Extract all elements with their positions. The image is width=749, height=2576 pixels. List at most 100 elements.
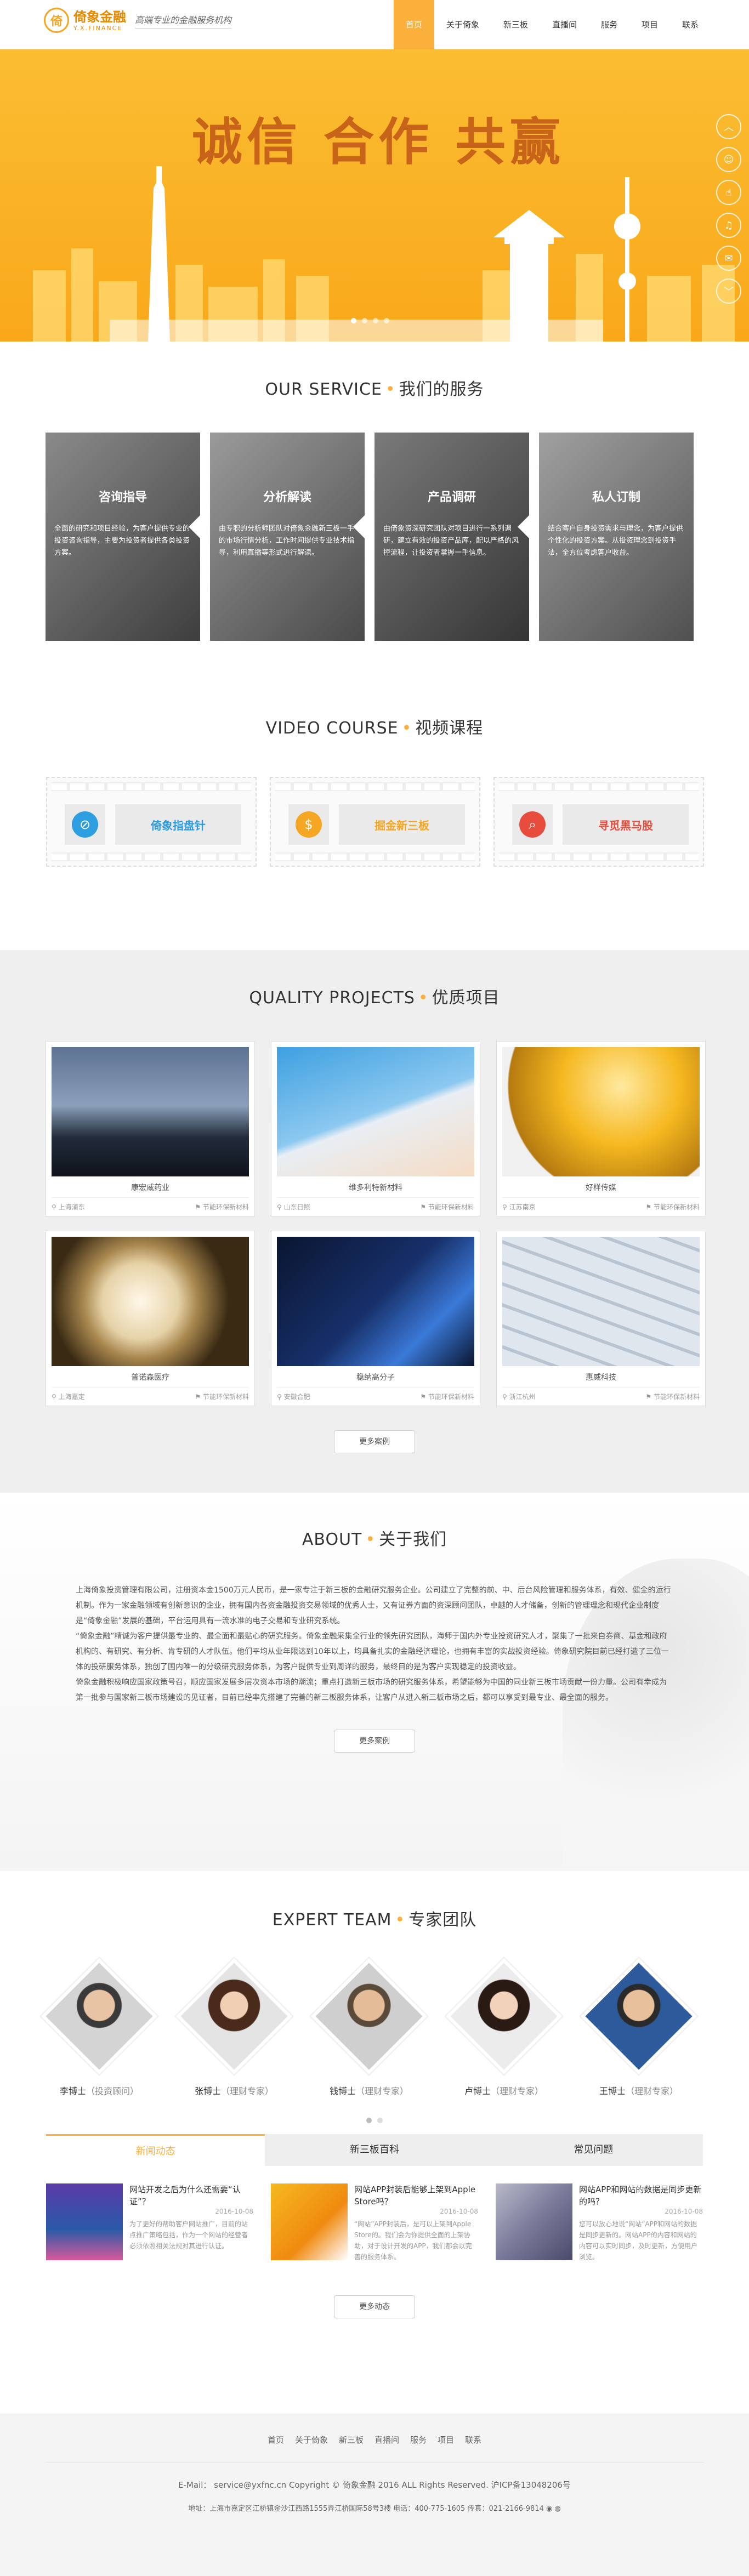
news-item[interactable]: 网站APP封装后能够上架到Apple Store吗？ 2016-10-08 “网站”… [271, 2183, 478, 2262]
logo-name-en: Y.X.FINANCE [73, 24, 123, 32]
more-projects-button[interactable]: 更多案例 [334, 1430, 415, 1453]
floating-side-icons: ︿ ☺ ☝ ♫ ✉ ﹀ [716, 114, 741, 304]
hand-icon[interactable]: ☝ [716, 180, 741, 205]
news-thumbnail [271, 2183, 348, 2260]
nav-live[interactable]: 直播间 [540, 0, 589, 49]
tab-neeq-wiki[interactable]: 新三板百科 [265, 2134, 484, 2166]
service-card[interactable]: 私人订制 结合客户自身投资需求与理念，为客户提供个性化的投资方案。从投资理念到投… [539, 433, 694, 641]
team-member[interactable]: 李博士（投资顾问） [41, 1958, 158, 2097]
message-icon[interactable]: ✉ [716, 246, 741, 271]
project-category: ⚑ 节能环保新材料 [195, 1203, 249, 1211]
project-location: ⚲ 上海嘉定 [52, 1393, 85, 1401]
nav-home[interactable]: 首页 [393, 0, 434, 49]
title-en: QUALITY PROJECTS [249, 988, 415, 1008]
project-card[interactable]: 康宏威药业 ⚲ 上海浦东 ⚑ 节能环保新材料 [46, 1041, 255, 1216]
news-date: 2016-10-08 [665, 2208, 703, 2215]
tab-faq[interactable]: 常见问题 [484, 2134, 703, 2166]
nav-contact[interactable]: 联系 [670, 0, 711, 49]
footer-copyright: E-Mail： service@yxfnc.cn Copyright © 倚象金… [46, 2462, 703, 2490]
logo[interactable]: 倚 倚象金融 Y.X.FINANCE 高端专业的金融服务机构 [44, 8, 232, 33]
team-member[interactable]: 张博士（理财专家） [175, 1958, 293, 2097]
banner-dot[interactable] [351, 318, 356, 323]
money-bag-icon: $ [296, 811, 322, 838]
title-cn: 我们的服务 [399, 380, 484, 399]
project-location: ⚲ 上海浦东 [52, 1203, 85, 1211]
news-item[interactable]: 网站开发之后为什么还需要“认证”？ 2016-10-08 为了更好的帮助客户网站推广… [46, 2183, 253, 2262]
project-location: ⚲ 山东日照 [277, 1203, 310, 1211]
news-summary: 您可以放心地说“网站”APP和网站的数据是同步更新的。网站APP的内容和网站的内… [579, 2220, 698, 2261]
project-image [277, 1047, 474, 1176]
project-card[interactable]: 惠威科技 ⚲ 浙江杭州 ⚑ 节能环保新材料 [496, 1231, 706, 1406]
news-title: 网站开发之后为什么还需要“认证”？ [129, 2185, 241, 2207]
video-card[interactable]: ⊘ 倚象指盘针 [46, 777, 257, 867]
service-card-title: 私人订制 [592, 491, 640, 504]
news-item[interactable]: 网站APP和网站的数据是同步更新的吗？ 2016-10-08 您可以放心地说“网站”… [496, 2183, 703, 2262]
member-role: （理财专家） [491, 2086, 544, 2096]
project-name: 维多利特新材料 [349, 1184, 402, 1192]
chevron-down-icon[interactable]: ﹀ [716, 278, 741, 304]
about-paragraph: “倚象金融”精诚为客户提供最专业的、最全面和最贴心的研究服务。倚象金融采集全行业… [76, 1632, 669, 1671]
title-cn: 优质项目 [432, 988, 500, 1008]
title-en: VIDEO COURSE [265, 719, 399, 738]
member-name: 王博士 [599, 2086, 626, 2096]
project-name: 康宏威药业 [131, 1184, 169, 1192]
service-card-title: 分析解读 [263, 491, 311, 504]
video-card[interactable]: $ 掘金新三板 [270, 777, 480, 867]
project-location: ⚲ 江苏南京 [502, 1203, 536, 1211]
chat-icon[interactable]: ☺ [716, 147, 741, 172]
hero-banner: 诚信 合作 共赢 ︿ ☺ ☝ ♫ ✉ ﹀ [0, 49, 749, 342]
service-card[interactable]: 产品调研 由倚象资深研究团队对项目进行一系列调研，建立有效的投资产品库，配以严格… [374, 433, 529, 641]
search-icon: ⌕ [519, 811, 546, 838]
avatar [445, 1958, 563, 2075]
project-name: 普诺森医疗 [131, 1373, 169, 1382]
about-paragraph: 倚象金融积极响应国家政策号召，顺应国家发展多层次资本市场的潮流；重点打造新三板市… [76, 1678, 667, 1702]
project-category: ⚑ 节能环保新材料 [645, 1393, 700, 1401]
wechat-icon[interactable]: ◍ [554, 2505, 560, 2513]
avatar [175, 1958, 293, 2075]
team-dot[interactable] [366, 2118, 372, 2123]
team-member[interactable]: 钱博士（理财专家） [310, 1958, 428, 2097]
more-about-button[interactable]: 更多案例 [334, 1730, 415, 1753]
team-member[interactable]: 王博士（理财专家） [580, 1958, 697, 2097]
banner-dot[interactable] [362, 318, 367, 323]
about-paragraph: 上海倚象投资管理有限公司，注册资本金1500万元人民币，是一家专注于新三板的金融… [76, 1586, 671, 1625]
nav-projects[interactable]: 项目 [629, 0, 670, 49]
logo-mark: 倚 [44, 8, 69, 33]
logo-name-cn: 倚象金融 [73, 9, 126, 25]
more-news-button[interactable]: 更多动态 [334, 2295, 415, 2318]
video-card-label: 倚象指盘针 [115, 804, 241, 845]
member-name: 钱博士 [329, 2086, 356, 2096]
weibo-icon[interactable]: ◉ [546, 2505, 552, 2513]
member-name: 李博士 [59, 2086, 86, 2096]
news-date: 2016-10-08 [215, 2208, 253, 2215]
video-card-label: 寻觅黑马股 [563, 804, 689, 845]
banner-dot[interactable] [373, 318, 378, 323]
project-name: 惠威科技 [586, 1373, 616, 1382]
section-title: VIDEO COURSE • 视频课程 [265, 719, 484, 738]
service-card[interactable]: 分析解读 由专职的分析师团队对倚象金融新三板一手的市场行情分析，工作时间提供专业… [210, 433, 365, 641]
nav-about[interactable]: 关于倚象 [434, 0, 491, 49]
service-card[interactable]: 咨询指导 全面的研究和项目经验，为客户提供专业的投资咨询指导，主要为投资者提供各… [46, 433, 200, 641]
video-section: VIDEO COURSE • 视频课程 ⊘ 倚象指盘针 $ 掘金新三板 ⌕ 寻觅黑马… [0, 692, 749, 950]
nav-neeq[interactable]: 新三板 [491, 0, 540, 49]
news-thumbnail [496, 2183, 572, 2260]
service-section: OUR SERVICE • 我们的服务 咨询指导 全面的研究和项目经验，为客户提供专… [0, 342, 749, 692]
avatar [580, 1958, 697, 2075]
member-name: 卢博士 [464, 2086, 491, 2096]
video-card[interactable]: ⌕ 寻觅黑马股 [493, 777, 704, 867]
nav-service[interactable]: 服务 [589, 0, 629, 49]
news-title: 网站APP和网站的数据是同步更新的吗？ [579, 2185, 702, 2207]
project-card[interactable]: 维多利特新材料 ⚲ 山东日照 ⚑ 节能环保新材料 [271, 1041, 480, 1216]
project-card[interactable]: 好样传媒 ⚲ 江苏南京 ⚑ 节能环保新材料 [496, 1041, 706, 1216]
tab-news[interactable]: 新闻动态 [46, 2134, 265, 2166]
project-card[interactable]: 稳纳高分子 ⚲ 安徽合肥 ⚑ 节能环保新材料 [271, 1231, 480, 1406]
project-card[interactable]: 普诺森医疗 ⚲ 上海嘉定 ⚑ 节能环保新材料 [46, 1231, 255, 1406]
team-member[interactable]: 卢博士（理财专家） [445, 1958, 563, 2097]
team-section: EXPERT TEAM • 专家团队 李博士（投资顾问） 张博士（理财专家） 钱博士… [0, 1871, 749, 2134]
title-cn: 视频课程 [415, 719, 484, 738]
bell-icon[interactable]: ♫ [716, 213, 741, 238]
banner-dot[interactable] [384, 318, 389, 323]
team-dot[interactable] [377, 2118, 383, 2123]
chevron-up-icon[interactable]: ︿ [716, 114, 741, 139]
member-name: 张博士 [194, 2086, 221, 2096]
